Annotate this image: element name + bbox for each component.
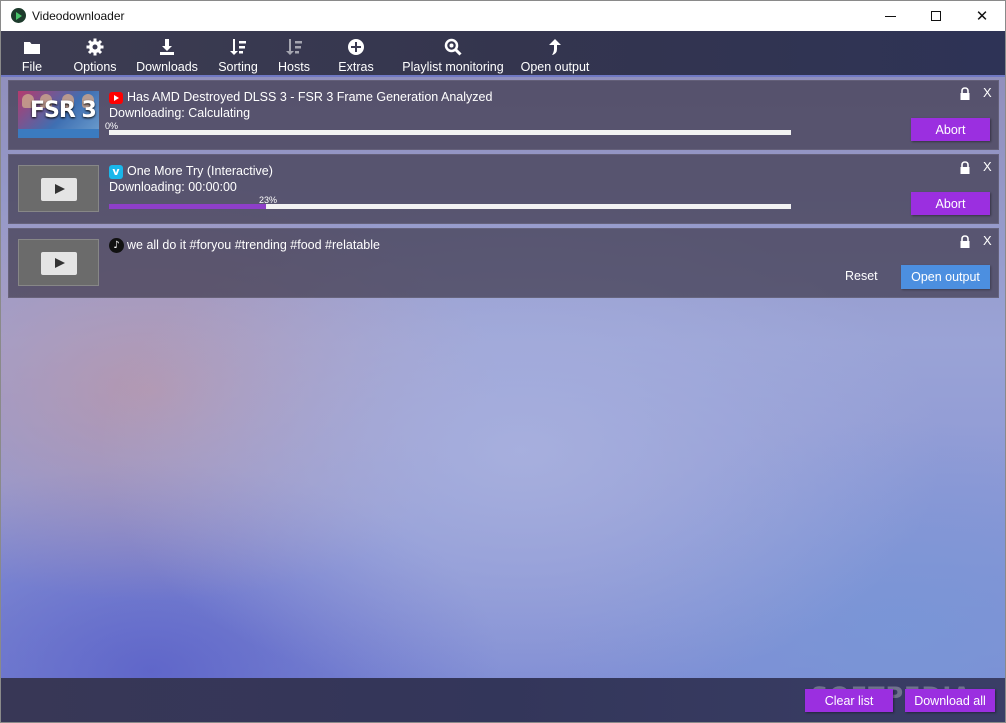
toolbar-open-output[interactable]: Open output bbox=[519, 31, 591, 77]
gear-icon bbox=[86, 38, 104, 56]
abort-button[interactable]: Abort bbox=[911, 118, 990, 141]
close-window-button[interactable]: ✕ bbox=[959, 1, 1005, 31]
app-window: Videodownloader ✕ File Options Downloads… bbox=[0, 0, 1006, 723]
download-item: FSR 3 Has AMD Destroyed DLSS 3 - FSR 3 F… bbox=[8, 80, 999, 150]
download-title: we all do it #foryou #trending #food #re… bbox=[127, 238, 380, 252]
toolbar-sorting-label: Sorting bbox=[218, 60, 258, 74]
toolbar-open-output-label: Open output bbox=[520, 60, 590, 74]
app-logo-icon bbox=[11, 8, 26, 23]
toolbar-sorting[interactable]: Sorting bbox=[215, 31, 261, 77]
sort-icon bbox=[229, 38, 247, 56]
vimeo-icon: v bbox=[109, 165, 123, 179]
toolbar: File Options Downloads Sorting Hosts Ext… bbox=[1, 31, 1005, 77]
folder-icon bbox=[23, 38, 41, 56]
download-icon bbox=[158, 38, 176, 56]
toolbar-hosts-label: Hosts bbox=[278, 60, 310, 74]
download-status: Downloading: Calculating bbox=[109, 106, 251, 120]
play-icon bbox=[41, 252, 77, 275]
tiktok-icon: ♪ bbox=[109, 238, 124, 253]
toolbar-downloads[interactable]: Downloads bbox=[135, 31, 199, 77]
toolbar-extras[interactable]: Extras bbox=[336, 31, 376, 77]
download-all-button[interactable]: Download all bbox=[905, 689, 995, 712]
play-icon bbox=[41, 178, 77, 201]
download-item: v One More Try (Interactive) Downloading… bbox=[8, 154, 999, 224]
progress-bar bbox=[109, 204, 791, 209]
arrow-up-icon bbox=[546, 38, 564, 56]
progress-fill bbox=[109, 204, 266, 209]
toolbar-downloads-label: Downloads bbox=[136, 60, 198, 74]
plus-circle-icon bbox=[347, 38, 365, 56]
maximize-icon bbox=[931, 11, 941, 21]
toolbar-file-label: File bbox=[21, 60, 43, 74]
toolbar-playlist-monitoring[interactable]: Playlist monitoring bbox=[402, 31, 504, 77]
video-thumbnail: FSR 3 bbox=[18, 91, 99, 138]
remove-item-button[interactable]: X bbox=[983, 233, 992, 248]
remove-item-button[interactable]: X bbox=[983, 159, 992, 174]
maximize-button[interactable] bbox=[913, 1, 959, 31]
abort-button[interactable]: Abort bbox=[911, 192, 990, 215]
clear-list-button[interactable]: Clear list bbox=[805, 689, 893, 712]
bottom-bar: SOFTPEDIA Clear list Download all bbox=[1, 678, 1005, 722]
title-bar[interactable]: Videodownloader ✕ bbox=[1, 1, 1005, 31]
minimize-icon bbox=[884, 15, 896, 17]
toolbar-file[interactable]: File bbox=[14, 31, 50, 77]
toolbar-playlist-monitoring-label: Playlist monitoring bbox=[402, 60, 504, 74]
open-output-button[interactable]: Open output bbox=[901, 265, 990, 289]
youtube-icon bbox=[109, 92, 123, 104]
download-item: ♪ we all do it #foryou #trending #food #… bbox=[8, 228, 999, 298]
remove-item-button[interactable]: X bbox=[983, 85, 992, 100]
lock-icon[interactable] bbox=[959, 235, 973, 251]
download-status: Downloading: 00:00:00 bbox=[109, 180, 237, 194]
toolbar-extras-label: Extras bbox=[338, 60, 374, 74]
download-title: Has AMD Destroyed DLSS 3 - FSR 3 Frame G… bbox=[127, 90, 493, 104]
hosts-icon bbox=[285, 38, 303, 56]
toolbar-options[interactable]: Options bbox=[70, 31, 120, 77]
window-title: Videodownloader bbox=[32, 9, 125, 23]
download-title: One More Try (Interactive) bbox=[127, 164, 273, 178]
minimize-button[interactable] bbox=[867, 1, 913, 31]
main-area: File Options Downloads Sorting Hosts Ext… bbox=[1, 31, 1005, 722]
reset-button[interactable]: Reset bbox=[845, 269, 878, 283]
video-thumbnail-placeholder bbox=[18, 165, 99, 212]
close-icon: ✕ bbox=[975, 8, 989, 25]
thumbnail-text: FSR 3 bbox=[30, 98, 97, 123]
progress-bar bbox=[109, 130, 791, 135]
lock-icon[interactable] bbox=[959, 161, 973, 177]
lock-icon[interactable] bbox=[959, 87, 973, 103]
magnifier-icon bbox=[444, 38, 462, 56]
video-thumbnail-placeholder bbox=[18, 239, 99, 286]
toolbar-hosts[interactable]: Hosts bbox=[275, 31, 313, 77]
toolbar-options-label: Options bbox=[73, 60, 117, 74]
